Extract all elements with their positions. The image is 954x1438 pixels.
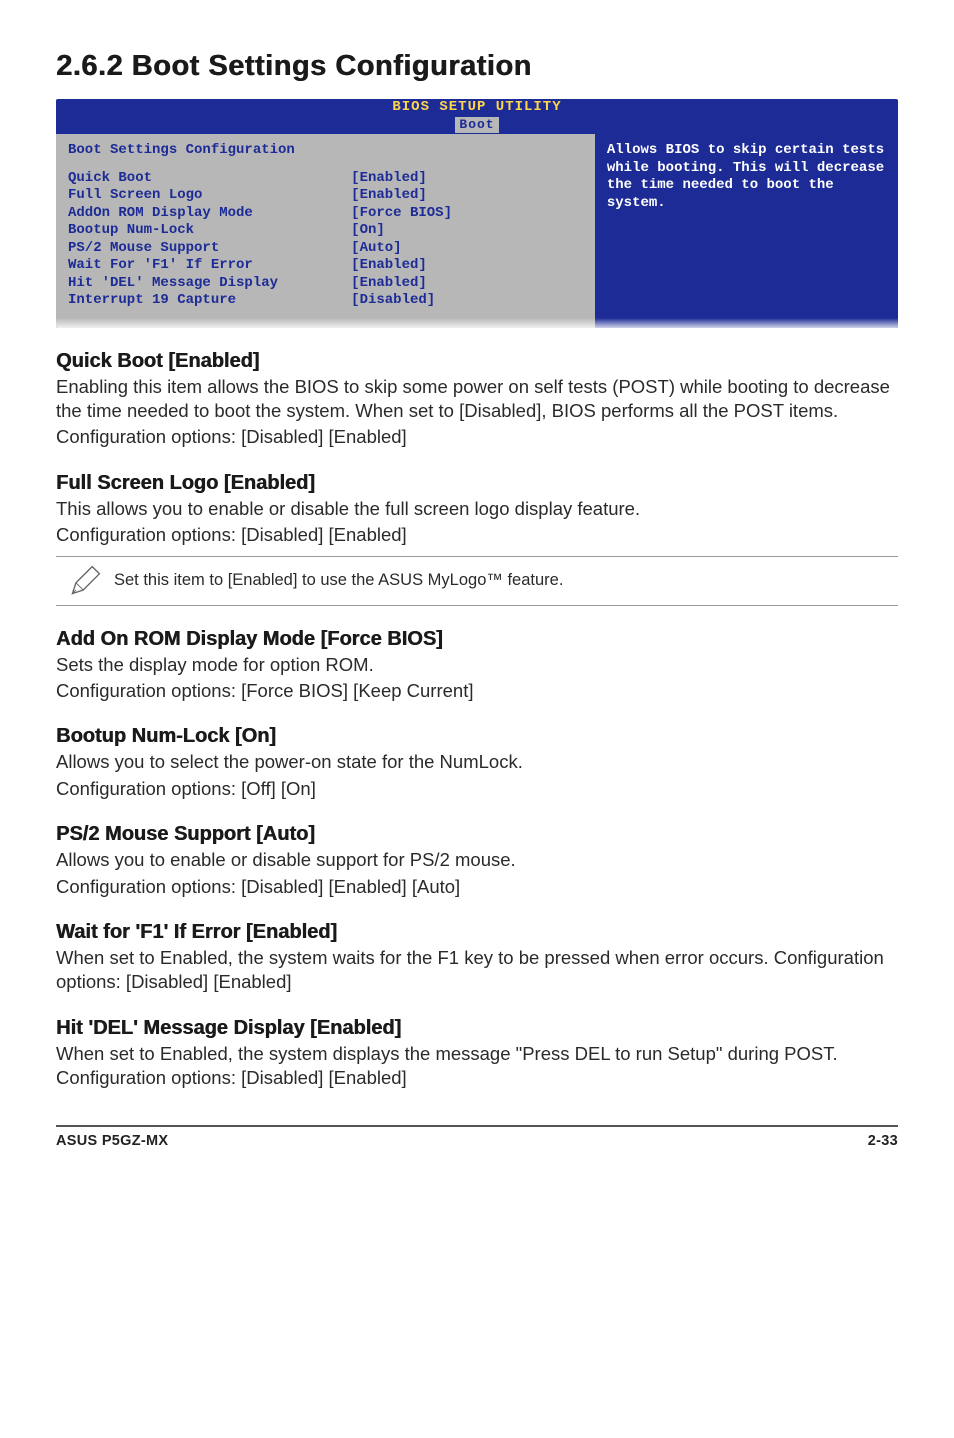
bios-tab-boot: Boot (455, 117, 498, 133)
option-config: Configuration options: [Force BIOS] [Kee… (56, 679, 898, 703)
bios-row: Interrupt 19 Capture[Disabled] (68, 292, 583, 310)
note-text: Set this item to [Enabled] to use the AS… (114, 570, 563, 591)
footer-page-number: 2-33 (868, 1133, 898, 1149)
document-page: 2.6.2 Boot Settings Configuration BIOS S… (0, 0, 954, 1179)
bios-rows: Quick Boot[Enabled] Full Screen Logo[Ena… (68, 170, 583, 310)
bios-titlebar: BIOS SETUP UTILITY Boot (56, 99, 898, 134)
option-config: Configuration options: [Disabled] [Enabl… (56, 875, 898, 899)
option-heading: Wait for 'F1' If Error [Enabled] (56, 921, 898, 944)
bios-row: Bootup Num-Lock[On] (68, 222, 583, 240)
option-body: Allows you to enable or disable support … (56, 848, 898, 872)
note-box: Set this item to [Enabled] to use the AS… (56, 556, 898, 606)
bios-row: Full Screen Logo[Enabled] (68, 187, 583, 205)
bios-left-heading: Boot Settings Configuration (68, 142, 583, 160)
option-heading: Bootup Num-Lock [On] (56, 725, 898, 748)
bios-row-value: [Force BIOS] (351, 205, 583, 223)
bios-help-text: Allows BIOS to skip certain tests while … (607, 142, 886, 212)
option-body: This allows you to enable or disable the… (56, 497, 898, 521)
page-title: 2.6.2 Boot Settings Configuration (56, 50, 898, 83)
bios-row-value: [Auto] (351, 240, 583, 258)
option-heading: Hit 'DEL' Message Display [Enabled] (56, 1017, 898, 1040)
bios-row-label: PS/2 Mouse Support (68, 240, 351, 258)
bios-row-label: Bootup Num-Lock (68, 222, 351, 240)
option-config: Configuration options: [Off] [On] (56, 777, 898, 801)
bios-body: Boot Settings Configuration Quick Boot[E… (56, 134, 898, 328)
option-heading: Full Screen Logo [Enabled] (56, 472, 898, 495)
option-body: When set to Enabled, the system displays… (56, 1042, 898, 1091)
bios-row-value: [Enabled] (351, 170, 583, 188)
bios-row: PS/2 Mouse Support[Auto] (68, 240, 583, 258)
bios-row-value: [Enabled] (351, 257, 583, 275)
option-section: Hit 'DEL' Message Display [Enabled] When… (56, 1017, 898, 1091)
bios-row-label: Quick Boot (68, 170, 351, 188)
option-heading: Quick Boot [Enabled] (56, 350, 898, 373)
option-body: Enabling this item allows the BIOS to sk… (56, 375, 898, 424)
option-config: Configuration options: [Disabled] [Enabl… (56, 523, 898, 547)
option-section: Bootup Num-Lock [On] Allows you to selec… (56, 725, 898, 801)
bios-left-pane: Boot Settings Configuration Quick Boot[E… (56, 134, 595, 328)
option-body: Sets the display mode for option ROM. (56, 653, 898, 677)
option-section: PS/2 Mouse Support [Auto] Allows you to … (56, 823, 898, 899)
bios-row: Wait For 'F1' If Error[Enabled] (68, 257, 583, 275)
bios-row-value: [On] (351, 222, 583, 240)
bios-row-label: Wait For 'F1' If Error (68, 257, 351, 275)
option-section: Wait for 'F1' If Error [Enabled] When se… (56, 921, 898, 995)
bios-row-label: AddOn ROM Display Mode (68, 205, 351, 223)
bios-row-value: [Disabled] (351, 292, 583, 310)
bios-row: AddOn ROM Display Mode[Force BIOS] (68, 205, 583, 223)
bios-row: Quick Boot[Enabled] (68, 170, 583, 188)
option-heading: PS/2 Mouse Support [Auto] (56, 823, 898, 846)
pencil-icon (56, 563, 114, 599)
bios-row-value: [Enabled] (351, 275, 583, 293)
option-body: Allows you to select the power-on state … (56, 750, 898, 774)
bios-row-label: Full Screen Logo (68, 187, 351, 205)
option-section: Full Screen Logo [Enabled] This allows y… (56, 472, 898, 606)
option-heading: Add On ROM Display Mode [Force BIOS] (56, 628, 898, 651)
footer-product: ASUS P5GZ-MX (56, 1133, 168, 1149)
bios-title-text: BIOS SETUP UTILITY (56, 99, 898, 117)
bios-row-label: Interrupt 19 Capture (68, 292, 351, 310)
option-body: When set to Enabled, the system waits fo… (56, 946, 898, 995)
bios-row: Hit 'DEL' Message Display[Enabled] (68, 275, 583, 293)
option-config: Configuration options: [Disabled] [Enabl… (56, 425, 898, 449)
bios-window: BIOS SETUP UTILITY Boot Boot Settings Co… (56, 99, 898, 328)
bios-row-label: Hit 'DEL' Message Display (68, 275, 351, 293)
page-footer: ASUS P5GZ-MX 2-33 (56, 1125, 898, 1149)
bios-row-value: [Enabled] (351, 187, 583, 205)
option-section: Add On ROM Display Mode [Force BIOS] Set… (56, 628, 898, 704)
bios-help-pane: Allows BIOS to skip certain tests while … (595, 134, 898, 328)
option-section: Quick Boot [Enabled] Enabling this item … (56, 350, 898, 450)
